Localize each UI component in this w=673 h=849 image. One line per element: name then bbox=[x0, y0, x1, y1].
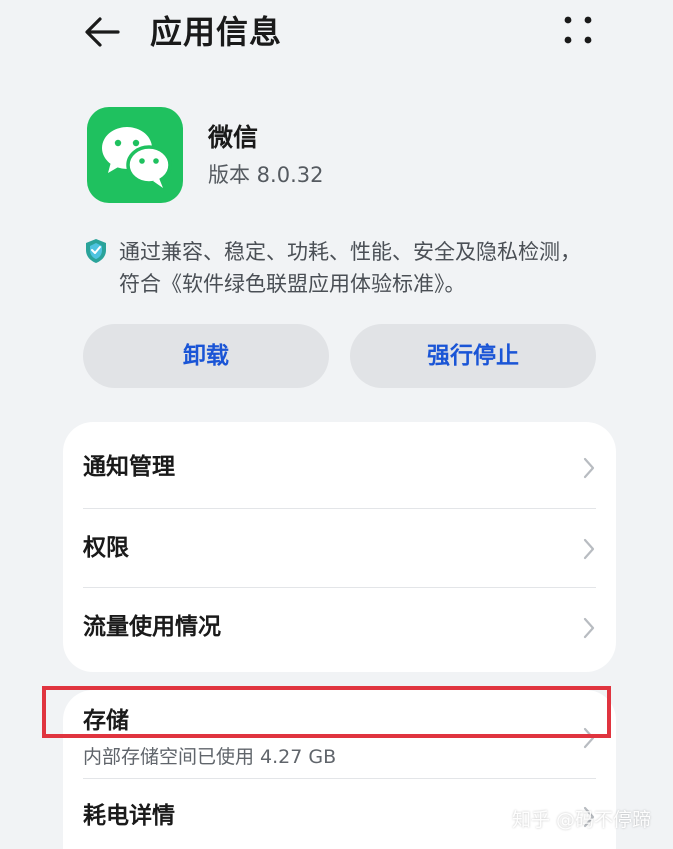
notification-management-item[interactable]: 通知管理 bbox=[63, 422, 616, 508]
chevron-right-icon bbox=[583, 727, 595, 749]
top-bar: 应用信息 bbox=[0, 0, 673, 64]
watermark: 知乎 @码不停蹄 bbox=[512, 809, 652, 831]
certification-text: 通过兼容、稳定、功耗、性能、安全及隐私检测，符合《软件绿色联盟应用体验标准》。 bbox=[119, 240, 581, 296]
force-stop-button[interactable]: 强行停止 bbox=[350, 324, 596, 388]
wechat-app-icon bbox=[87, 107, 183, 203]
app-name: 微信 bbox=[208, 123, 259, 152]
data-usage-item[interactable]: 流量使用情况 bbox=[63, 588, 616, 672]
more-options-button[interactable] bbox=[556, 8, 600, 52]
storage-item[interactable]: 存储 内部存储空间已使用 4.27 GB bbox=[63, 690, 616, 778]
back-button[interactable] bbox=[78, 8, 126, 56]
chevron-right-icon bbox=[583, 457, 595, 479]
row-label: 通知管理 bbox=[83, 454, 175, 480]
chevron-right-icon bbox=[583, 538, 595, 560]
more-dots-icon bbox=[564, 16, 592, 44]
app-version: 版本 8.0.32 bbox=[208, 163, 324, 187]
shield-icon bbox=[84, 238, 108, 264]
row-label: 权限 bbox=[83, 535, 129, 561]
page-title: 应用信息 bbox=[150, 13, 283, 51]
row-label: 耗电详情 bbox=[83, 803, 175, 829]
permissions-item[interactable]: 权限 bbox=[63, 509, 616, 587]
arrow-left-icon bbox=[85, 17, 120, 47]
row-label: 存储 bbox=[83, 708, 129, 734]
row-label: 流量使用情况 bbox=[83, 614, 221, 640]
settings-card-primary: 通知管理 权限 流量使用情况 bbox=[63, 422, 616, 672]
uninstall-button[interactable]: 卸载 bbox=[83, 324, 329, 388]
app-info-screen: 应用信息 微信 版本 8.0.32 通过兼容、稳定、功耗、性能、安全及隐私检测，… bbox=[0, 0, 673, 849]
chevron-right-icon bbox=[583, 617, 595, 639]
storage-usage-text: 内部存储空间已使用 4.27 GB bbox=[83, 746, 337, 768]
wechat-logo-icon bbox=[102, 127, 172, 188]
